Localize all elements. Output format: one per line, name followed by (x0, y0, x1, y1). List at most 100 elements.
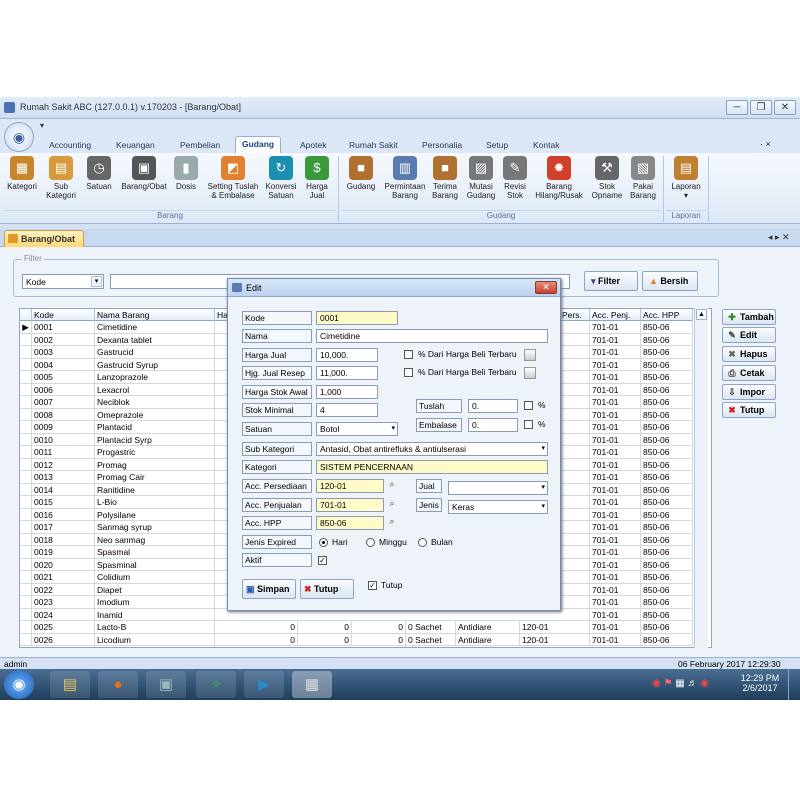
ribbon-gudang-barang-button[interactable]: ✹ Barang Hilang/Rusak (530, 156, 588, 200)
radio-bulan[interactable] (418, 538, 427, 547)
acc-persediaan-input[interactable]: 120-01 (316, 479, 384, 493)
minimize-button[interactable]: ─ (726, 100, 748, 115)
tray-icons[interactable]: ◉ ⚑ ▦ ♬ ◉ (652, 678, 709, 689)
tab-apotek[interactable]: Apotek (294, 138, 332, 153)
doc-nav-buttons[interactable]: ◂ ▸ ✕ (768, 232, 790, 243)
radio-hari[interactable] (319, 538, 328, 547)
scroll-up-icon[interactable]: ▲ (696, 309, 707, 320)
ribbon-barang-setting-tuslah-button[interactable]: ◩ Setting Tuslah & Embalase (202, 156, 264, 200)
lookup-search-icon[interactable]: ⌕ (386, 516, 398, 529)
side-button-impor[interactable]: ⇩ Impor (722, 384, 776, 400)
taskbar-app-4-icon[interactable]: ▶ (244, 671, 284, 698)
harga-jual-input[interactable]: 10,000. (316, 348, 378, 362)
taskbar-app-3-icon[interactable]: ✧ (196, 671, 236, 698)
tab-keuangan[interactable]: Keuangan (110, 138, 161, 153)
jual-select[interactable]: ▾ (448, 481, 548, 495)
grid-header-4[interactable]: Acc. Penj. (590, 309, 641, 321)
ribbon-gudang-revisi-button[interactable]: ✎ Revisi Stok (500, 156, 530, 200)
ribbon-barang-harga-button[interactable]: $ Harga Jual (300, 156, 334, 200)
ribbon-help-close[interactable]: · × (760, 139, 771, 149)
grid-header-0[interactable]: Kode (32, 309, 95, 321)
satuan-select[interactable]: Botol ▾ (316, 422, 398, 436)
side-button-tambah[interactable]: ✚ Tambah (722, 309, 776, 325)
side-button-hapus[interactable]: ✖ Hapus (722, 346, 776, 362)
taskbar-app-2-icon[interactable]: ▣ (146, 671, 186, 698)
grid-vertical-scrollbar[interactable]: ▲ (694, 308, 708, 648)
ribbon-gudang-stok-button[interactable]: ⚒ Stok Opname (588, 156, 626, 200)
lookup-search-icon[interactable]: ⌕ (386, 498, 398, 511)
stok-minimal-input[interactable]: 4 (316, 403, 378, 417)
dialog-tutup-button[interactable]: ✖ Tutup (300, 579, 354, 599)
tutup-after-save-checkbox[interactable]: ✓ (368, 581, 377, 590)
tab-setup[interactable]: Setup (480, 138, 514, 153)
kategori-input[interactable]: SISTEM PENCERNAAN (316, 460, 548, 474)
tab-kontak[interactable]: Kontak (527, 138, 565, 153)
calc-button-icon[interactable] (524, 367, 536, 379)
ribbon-barang-konversi-button[interactable]: ↻ Konversi Satuan (262, 156, 300, 200)
tuslah-input[interactable]: 0. (468, 399, 518, 413)
ribbon-barang-dosis-button[interactable]: ▮ Dosis (172, 156, 200, 191)
simpan-button[interactable]: ▣ Simpan (242, 579, 296, 599)
embalase-pct-checkbox[interactable] (524, 420, 533, 429)
kode-input[interactable]: 0001 (316, 311, 398, 325)
windows-taskbar: ◉ ◉ ⚑ ▦ ♬ ◉ 12:29 PM 2/6/2017 ▤ ● ▣ ✧ ▶ ▦ (0, 669, 800, 700)
side-button-tutup[interactable]: ✖ Tutup (722, 402, 776, 418)
clear-button[interactable]: ▲ Bersih (642, 271, 698, 291)
embalase-input[interactable]: 0. (468, 418, 518, 432)
app-menu-orb-icon[interactable]: ◉ (4, 122, 34, 152)
acc-penjualan-input[interactable]: 701-01 (316, 498, 384, 512)
grid-header-5[interactable]: Acc. HPP (641, 309, 693, 321)
grid-header-3[interactable]: Pers. (560, 309, 590, 321)
filter-field-select[interactable]: Kode ▾ (22, 274, 104, 289)
ribbon-gudang-mutasi-button[interactable]: ▨ Mutasi Gudang (462, 156, 500, 200)
side-button-edit[interactable]: ✎ Edit (722, 327, 776, 343)
sub-kategori-select[interactable]: Antasid, Obat antirefluks & antiulserasi… (316, 442, 548, 456)
tuslah-pct-checkbox[interactable] (524, 401, 533, 410)
tray-speaker-icon[interactable]: ♬ (688, 678, 698, 689)
tray-acrobat-icon[interactable]: ◉ (652, 678, 661, 689)
jenis-select[interactable]: Keras ▾ (448, 500, 548, 514)
taskbar-app-5-icon[interactable]: ▦ (292, 671, 332, 698)
ribbon-barang-kategori-button[interactable]: ▦ Kategori (2, 156, 42, 191)
ribbon-gudang-pakai-button[interactable]: ▧ Pakai Barang (626, 156, 660, 200)
harga-jual-resep-input[interactable]: 11,000. (316, 366, 378, 380)
tab-rumah-sakit[interactable]: Rumah Sakit (343, 138, 404, 153)
ribbon-barang-satuan-button[interactable]: ◷ Satuan (82, 156, 116, 191)
calc-button-icon[interactable] (524, 349, 536, 361)
tray-network-icon[interactable]: ▦ (675, 678, 684, 689)
dialog-close-button[interactable]: ✕ (535, 281, 557, 294)
start-button[interactable]: ◉ (4, 670, 34, 699)
ribbon-gudang-permintaan-button[interactable]: ▥ Permintaan Barang (382, 156, 428, 200)
nama-input[interactable]: Cimetidine (316, 329, 548, 343)
doc-tab-barang-obat[interactable]: Barang/Obat (4, 230, 84, 247)
tab-accounting[interactable]: Accounting (43, 138, 97, 153)
taskbar-app-1-icon[interactable]: ● (98, 671, 138, 698)
tray-flag-icon[interactable]: ⚑ (664, 678, 673, 689)
taskbar-app-0-icon[interactable]: ▤ (50, 671, 90, 698)
table-row-kode: 0012 (32, 458, 95, 471)
tab-gudang[interactable]: Gudang (235, 136, 282, 153)
ribbon-gudang-gudang-button[interactable]: ■ Gudang (342, 156, 380, 191)
acc-hpp-input[interactable]: 850-06 (316, 516, 384, 530)
dari-harga-beli-checkbox[interactable] (404, 350, 413, 359)
dari-harga-beli-checkbox[interactable] (404, 368, 413, 377)
restore-button[interactable]: ❐ (750, 100, 772, 115)
ribbon-gudang-terima-button[interactable]: ■ Terima Barang (428, 156, 462, 200)
tab-pembelian[interactable]: Pembelian (174, 138, 226, 153)
close-button[interactable]: ✕ (774, 100, 796, 115)
aktif-checkbox[interactable]: ✓ (318, 556, 327, 565)
grid-header-1[interactable]: Nama Barang (95, 309, 215, 321)
radio-minggu[interactable] (366, 538, 375, 547)
quick-access-dropdown[interactable]: ▾ (40, 121, 44, 130)
tray-clock[interactable]: 12:29 PM 2/6/2017 (740, 673, 780, 693)
filter-button[interactable]: ▾ Filter (584, 271, 638, 291)
lookup-search-icon[interactable]: ⌕ (386, 479, 398, 492)
tab-personalia[interactable]: Personalia (416, 138, 468, 153)
harga-stok-awal-input[interactable]: 1,000 (316, 385, 378, 399)
ribbon-barang-barang-obat-button[interactable]: ▣ Barang/Obat (116, 156, 172, 191)
ribbon-laporan-laporan-button[interactable]: ▤ Laporan ▾ (666, 156, 706, 200)
side-button-cetak[interactable]: ⎙ Cetak (722, 365, 776, 381)
ribbon-barang-sub-button[interactable]: ▤ Sub Kategori (42, 156, 80, 200)
tray-alert-icon[interactable]: ◉ (700, 678, 709, 689)
show-desktop-button[interactable] (788, 669, 800, 700)
